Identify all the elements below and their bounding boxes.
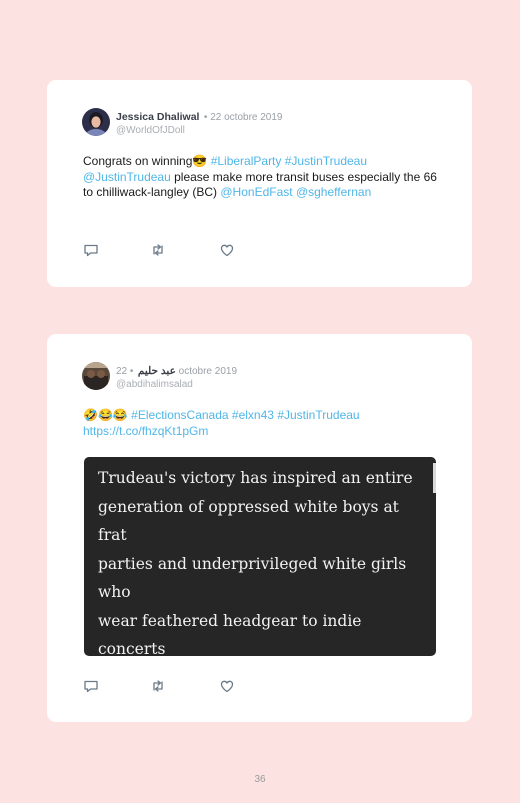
tweet-link[interactable]: #JustinTrudeau (277, 408, 359, 422)
like-icon[interactable] (219, 242, 235, 258)
tweet-text: Congrats on winning😎 #LiberalParty #Just… (83, 154, 443, 201)
tweet-header: Jessica Dhaliwal • 22 octobre 2019 @Worl… (82, 108, 442, 138)
tweet-link[interactable]: @sgheffernan (296, 185, 371, 199)
reply-icon[interactable] (83, 242, 99, 258)
tweet-link[interactable]: #elxn43 (232, 408, 274, 422)
tweet-actions (83, 678, 283, 694)
tweet-text-segment: Congrats on winning😎 (83, 154, 211, 168)
tweet-link[interactable]: #JustinTrudeau (285, 154, 367, 168)
quote-image[interactable]: Trudeau's victory has inspired an entire… (84, 457, 436, 656)
tweet-date[interactable]: 22 octobre 2019 (210, 112, 282, 123)
quote-image-text: Trudeau's victory has inspired an entire… (98, 469, 413, 656)
tweet-link[interactable]: #ElectionsCanada (131, 408, 228, 422)
tweet-header: عبد حليم • 22 octobre 2019 @abdihalimsal… (82, 362, 442, 392)
tweet-text-segment: 🤣😂😂 (83, 408, 132, 422)
tweet-card: Jessica Dhaliwal • 22 octobre 2019 @Worl… (47, 80, 472, 287)
avatar[interactable] (82, 108, 110, 136)
author-handle[interactable]: @abdihalimsalad (116, 378, 237, 391)
tweet-text: 🤣😂😂 #ElectionsCanada #elxn43 #JustinTrud… (83, 408, 443, 439)
author-name[interactable]: عبد حليم (138, 365, 176, 377)
page-number: 36 (254, 774, 266, 785)
retweet-icon[interactable] (150, 678, 166, 694)
tweet-link[interactable]: https://t.co/fhzqKt1pGm (83, 424, 208, 438)
tweet-date[interactable]: 22 octobre 2019 (116, 366, 237, 377)
image-scrollbar (433, 463, 436, 493)
tweet-link[interactable]: #LiberalParty (211, 154, 282, 168)
tweet-actions (83, 242, 283, 258)
avatar[interactable] (82, 362, 110, 390)
tweet-link[interactable]: @HonEdFast (220, 185, 292, 199)
tweet-card: عبد حليم • 22 octobre 2019 @abdihalimsal… (47, 334, 472, 722)
tweet-meta: عبد حليم • 22 octobre 2019 @abdihalimsal… (116, 363, 237, 391)
tweet-date-separator: • (127, 366, 134, 377)
author-handle[interactable]: @WorldOfJDoll (116, 124, 282, 137)
like-icon[interactable] (219, 678, 235, 694)
tweet-link[interactable]: @JustinTrudeau (83, 170, 171, 184)
reply-icon[interactable] (83, 678, 99, 694)
tweet-meta: Jessica Dhaliwal • 22 octobre 2019 @Worl… (116, 109, 282, 137)
retweet-icon[interactable] (150, 242, 166, 258)
author-name[interactable]: Jessica Dhaliwal (116, 111, 199, 123)
